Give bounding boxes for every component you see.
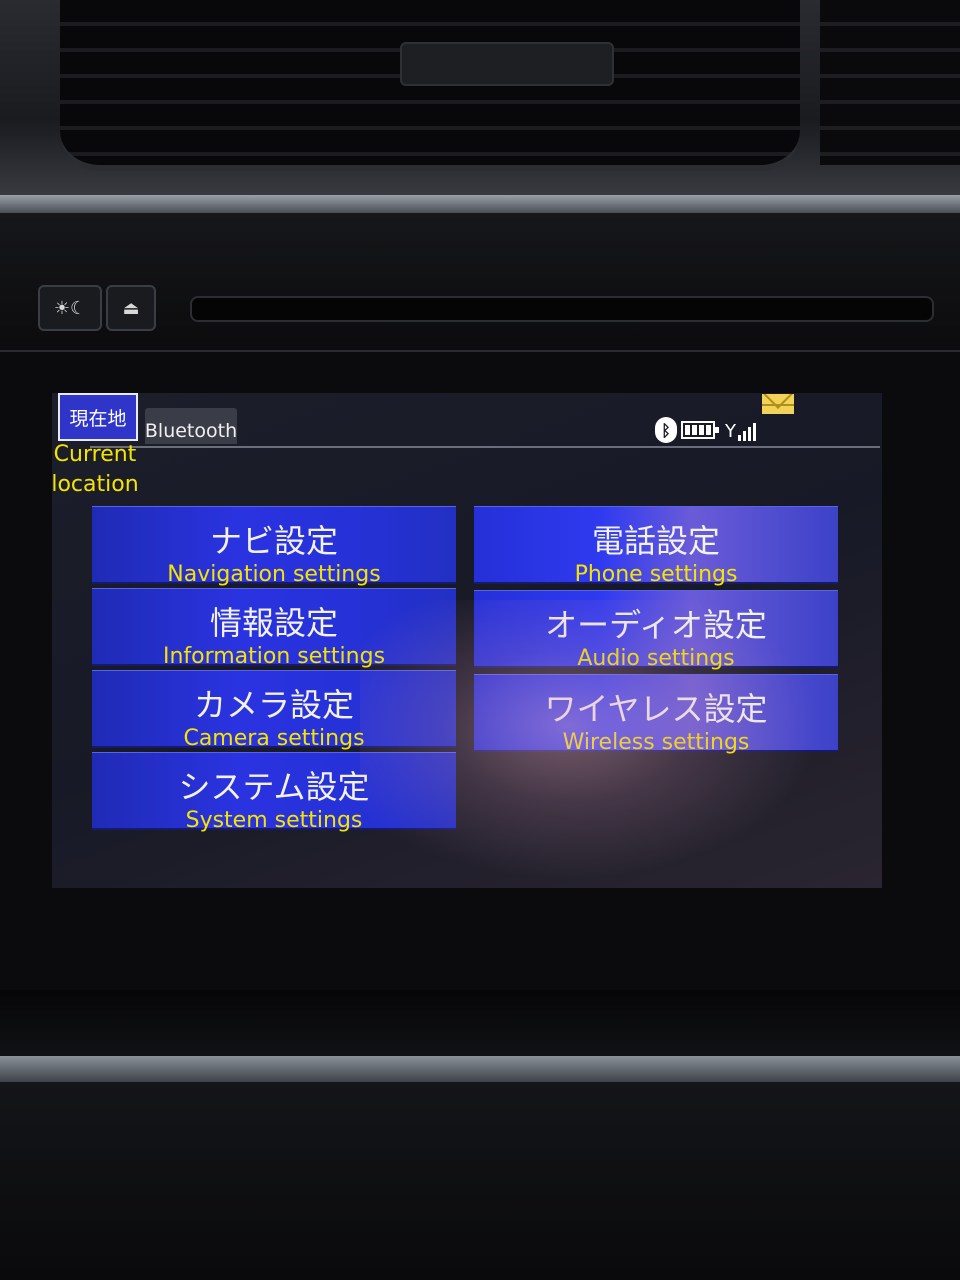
air-vent xyxy=(60,0,800,171)
eject-icon: ⏏ xyxy=(122,297,140,319)
menu-label-en: Wireless settings xyxy=(562,730,750,755)
menu-label-en: Camera settings xyxy=(183,726,365,751)
cd-slot xyxy=(190,296,934,322)
menu-label-en: Audio settings xyxy=(577,646,735,671)
menu-label-en: Navigation settings xyxy=(167,562,381,587)
battery-icon xyxy=(681,421,719,439)
eject-button[interactable]: ⏏ xyxy=(106,285,156,331)
chrome-trim xyxy=(0,195,960,213)
signal-icon: Y xyxy=(725,419,756,441)
dashboard-bottom xyxy=(0,1082,960,1280)
menu-label-jp: カメラ設定 xyxy=(193,686,354,724)
bluetooth-icon: ᛒ xyxy=(655,417,677,443)
current-location-button[interactable]: 現在地 xyxy=(58,393,138,441)
annotation-line-2: location xyxy=(51,472,139,497)
navigation-settings-button[interactable]: ナビ設定 Navigation settings xyxy=(92,506,456,587)
audio-settings-button[interactable]: オーディオ設定 Audio settings xyxy=(474,590,838,671)
menu-label-en: Phone settings xyxy=(574,562,738,587)
status-icons: ᛒ Y xyxy=(655,416,756,444)
bluetooth-tab[interactable]: Bluetooth xyxy=(145,408,237,444)
information-settings-button[interactable]: 情報設定 Information settings xyxy=(92,588,456,669)
header-divider xyxy=(90,446,880,448)
menu-label-jp: ワイヤレス設定 xyxy=(544,690,768,728)
day-night-icon: ☀☾ xyxy=(53,297,87,319)
annotation-line-1: Current xyxy=(53,442,137,467)
current-location-label: 現在地 xyxy=(69,407,127,430)
current-location-annotation: Current location xyxy=(40,440,150,500)
phone-settings-button[interactable]: 電話設定 Phone settings xyxy=(474,506,838,587)
menu-label-jp: オーディオ設定 xyxy=(545,606,767,644)
vent-handle xyxy=(400,42,614,86)
air-vent-right xyxy=(820,0,960,165)
mail-icon[interactable] xyxy=(762,394,794,414)
menu-label-en: Information settings xyxy=(162,644,386,669)
system-settings-button[interactable]: システム設定 System settings xyxy=(92,752,456,833)
wireless-settings-button[interactable]: ワイヤレス設定 Wireless settings xyxy=(474,674,838,755)
bluetooth-tab-label: Bluetooth xyxy=(144,420,238,442)
lower-chrome-trim xyxy=(0,1056,960,1082)
menu-label-jp: システム設定 xyxy=(178,768,370,806)
menu-label-en: System settings xyxy=(185,808,363,833)
lower-trim xyxy=(0,990,960,1060)
camera-settings-button[interactable]: カメラ設定 Camera settings xyxy=(92,670,456,751)
menu-label-jp: 情報設定 xyxy=(209,604,338,642)
menu-label-jp: ナビ設定 xyxy=(209,522,338,560)
day-night-button[interactable]: ☀☾ xyxy=(38,285,102,331)
menu-label-jp: 電話設定 xyxy=(591,522,720,560)
